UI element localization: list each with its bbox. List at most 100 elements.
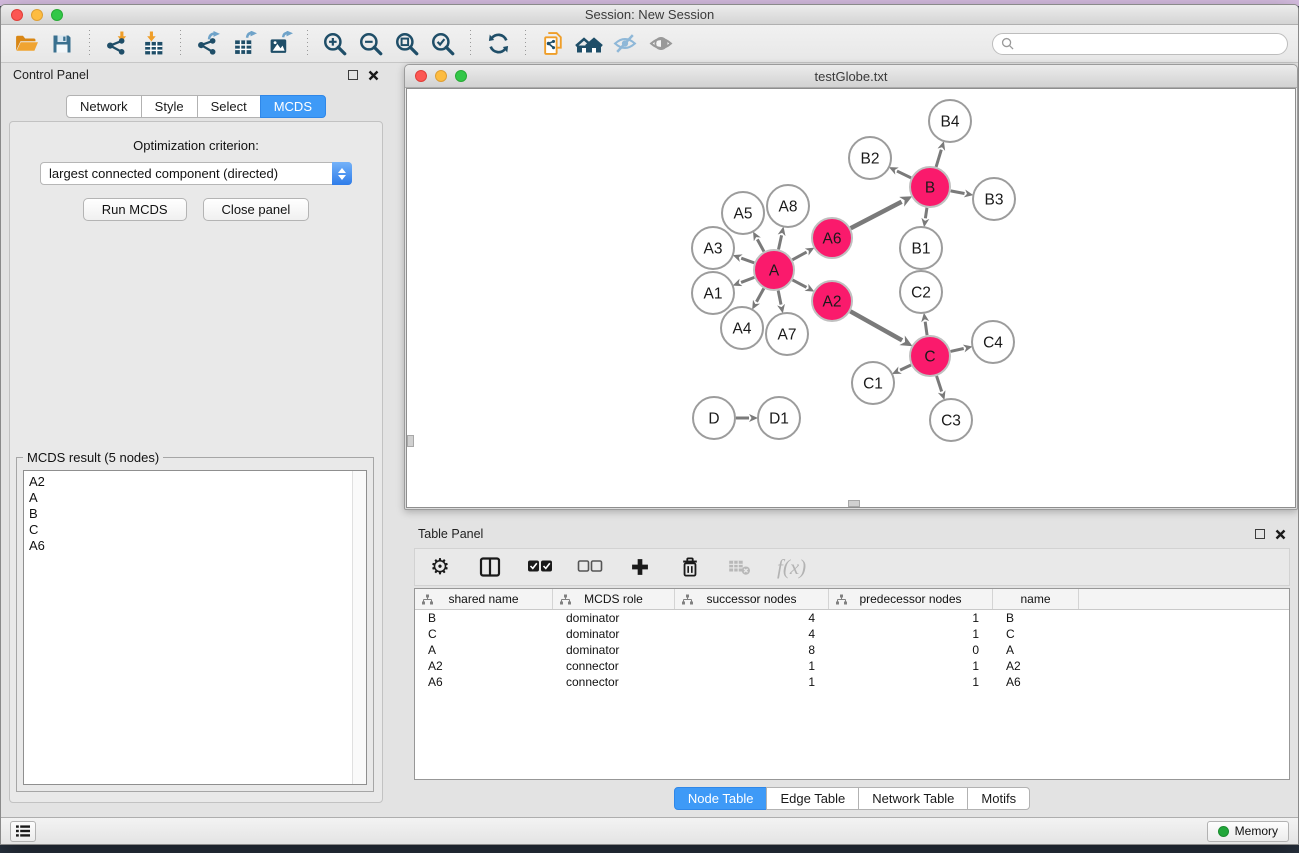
save-session-button[interactable]	[47, 29, 77, 59]
column-header-shared-name[interactable]: shared name	[415, 589, 553, 609]
edge-B-B2[interactable]	[897, 171, 911, 178]
edge-A-A6[interactable]	[792, 252, 806, 260]
tab-style[interactable]: Style	[141, 95, 198, 118]
deselect-all-button[interactable]	[577, 554, 603, 580]
node-C[interactable]: C	[910, 336, 950, 376]
export-table-button[interactable]	[229, 29, 259, 59]
import-network-button[interactable]	[102, 29, 132, 59]
zoom-in-button[interactable]	[320, 29, 350, 59]
edge-C-C2[interactable]	[925, 322, 927, 335]
select-all-button[interactable]	[527, 554, 553, 580]
export-network-button[interactable]	[193, 29, 223, 59]
search-input[interactable]	[1019, 37, 1279, 51]
memory-button[interactable]: Memory	[1207, 821, 1289, 842]
node-A[interactable]: A	[754, 250, 794, 290]
node-B3[interactable]: B3	[973, 178, 1015, 220]
edge-A-A1[interactable]	[741, 277, 754, 282]
column-header-successor-nodes[interactable]: successor nodes	[675, 589, 829, 609]
tab-mcds[interactable]: MCDS	[260, 95, 326, 118]
zoom-fit-button[interactable]	[392, 29, 422, 59]
network-canvas[interactable]: B4 B2 B B3 B1 A5A8 A3 A6 A A1 A2 C2 A4A7 C4 C C1 C3 D D1	[406, 88, 1296, 508]
column-header-MCDS-role[interactable]: MCDS role	[553, 589, 675, 609]
open-file-button[interactable]	[11, 29, 41, 59]
edge-C-C3[interactable]	[937, 376, 942, 392]
app-titlebar[interactable]: Session: New Session	[1, 5, 1298, 25]
task-history-button[interactable]	[10, 821, 36, 842]
edge-A-A3[interactable]	[741, 258, 754, 263]
h-scroll-thumb[interactable]	[848, 500, 860, 507]
node-A1[interactable]: A1	[692, 272, 734, 314]
criterion-select[interactable]: largest connected component (directed)	[40, 162, 352, 185]
node-B[interactable]: B	[910, 167, 950, 207]
edge-B-B3[interactable]	[951, 191, 965, 194]
mcds-result-item[interactable]: B	[29, 506, 347, 522]
float-panel-icon[interactable]	[348, 70, 358, 80]
tab-edge-table[interactable]: Edge Table	[766, 787, 859, 810]
node-A4[interactable]: A4	[721, 307, 763, 349]
column-header-predecessor-nodes[interactable]: predecessor nodes	[829, 589, 993, 609]
import-table-button[interactable]	[138, 29, 168, 59]
edge-A-A4[interactable]	[756, 288, 763, 301]
node-C2[interactable]: C2	[900, 271, 942, 313]
mcds-result-item[interactable]: C	[29, 522, 347, 538]
edge-A-A2[interactable]	[793, 280, 807, 287]
mcds-result-item[interactable]: A2	[29, 474, 347, 490]
edge-A-A5[interactable]	[757, 239, 764, 251]
table-row[interactable]: Bdominator41B	[415, 610, 1289, 626]
node-D1[interactable]: D1	[758, 397, 800, 439]
list-scrollbar[interactable]	[352, 471, 366, 784]
tab-network[interactable]: Network	[66, 95, 142, 118]
network-home-button[interactable]	[574, 29, 604, 59]
table-row[interactable]: A6connector11A6	[415, 674, 1289, 690]
settings-gear-button[interactable]: ⚙	[427, 554, 453, 580]
node-A7[interactable]: A7	[766, 313, 808, 355]
node-B1[interactable]: B1	[900, 227, 942, 269]
tab-node-table[interactable]: Node Table	[674, 787, 768, 810]
table-row[interactable]: Cdominator41C	[415, 626, 1289, 642]
table-row[interactable]: Adominator80A	[415, 642, 1289, 658]
table-row[interactable]: A2connector11A2	[415, 658, 1289, 674]
edge-C-C1[interactable]	[900, 365, 911, 370]
column-header-name[interactable]: name	[993, 589, 1079, 609]
node-B2[interactable]: B2	[849, 137, 891, 179]
edge-A-A7[interactable]	[778, 291, 781, 305]
run-mcds-button[interactable]: Run MCDS	[83, 198, 187, 221]
export-image-button[interactable]	[265, 29, 295, 59]
edge-A6-B[interactable]	[851, 202, 902, 229]
delete-column-button[interactable]	[677, 554, 703, 580]
tab-network-table[interactable]: Network Table	[858, 787, 968, 810]
node-A8[interactable]: A8	[767, 185, 809, 227]
network-graph[interactable]: B4 B2 B B3 B1 A5A8 A3 A6 A A1 A2 C2 A4A7 C4 C C1 C3 D D1	[407, 89, 1296, 508]
open-session-button[interactable]	[538, 29, 568, 59]
edge-B-B1[interactable]	[925, 208, 927, 219]
node-C1[interactable]: C1	[852, 362, 894, 404]
mcds-result-item[interactable]: A	[29, 490, 347, 506]
node-A3[interactable]: A3	[692, 227, 734, 269]
zoom-out-button[interactable]	[356, 29, 386, 59]
edge-C-C4[interactable]	[950, 349, 963, 352]
split-columns-button[interactable]	[477, 554, 503, 580]
mcds-result-item[interactable]: A6	[29, 538, 347, 554]
network-window-titlebar[interactable]: testGlobe.txt	[405, 65, 1297, 88]
close-panel-icon[interactable]	[368, 70, 379, 81]
node-A5[interactable]: A5	[722, 192, 764, 234]
node-D[interactable]: D	[693, 397, 735, 439]
node-B4[interactable]: B4	[929, 100, 971, 142]
zoom-selected-button[interactable]	[428, 29, 458, 59]
v-scroll-thumb[interactable]	[407, 435, 414, 447]
edge-A2-C[interactable]	[850, 311, 902, 340]
edge-B-B4[interactable]	[936, 150, 941, 167]
refresh-layout-button[interactable]	[483, 29, 513, 59]
close-table-panel-icon[interactable]	[1275, 529, 1286, 540]
close-panel-button[interactable]: Close panel	[203, 198, 310, 221]
tab-select[interactable]: Select	[197, 95, 261, 118]
float-table-panel-icon[interactable]	[1255, 529, 1265, 539]
node-A6[interactable]: A6	[812, 218, 852, 258]
node-C3[interactable]: C3	[930, 399, 972, 441]
node-A2[interactable]: A2	[812, 281, 852, 321]
edge-A-A8[interactable]	[778, 235, 781, 249]
node-C4[interactable]: C4	[972, 321, 1014, 363]
add-column-button[interactable]	[627, 554, 653, 580]
hide-panel-button[interactable]	[610, 29, 640, 59]
tab-motifs[interactable]: Motifs	[967, 787, 1030, 810]
